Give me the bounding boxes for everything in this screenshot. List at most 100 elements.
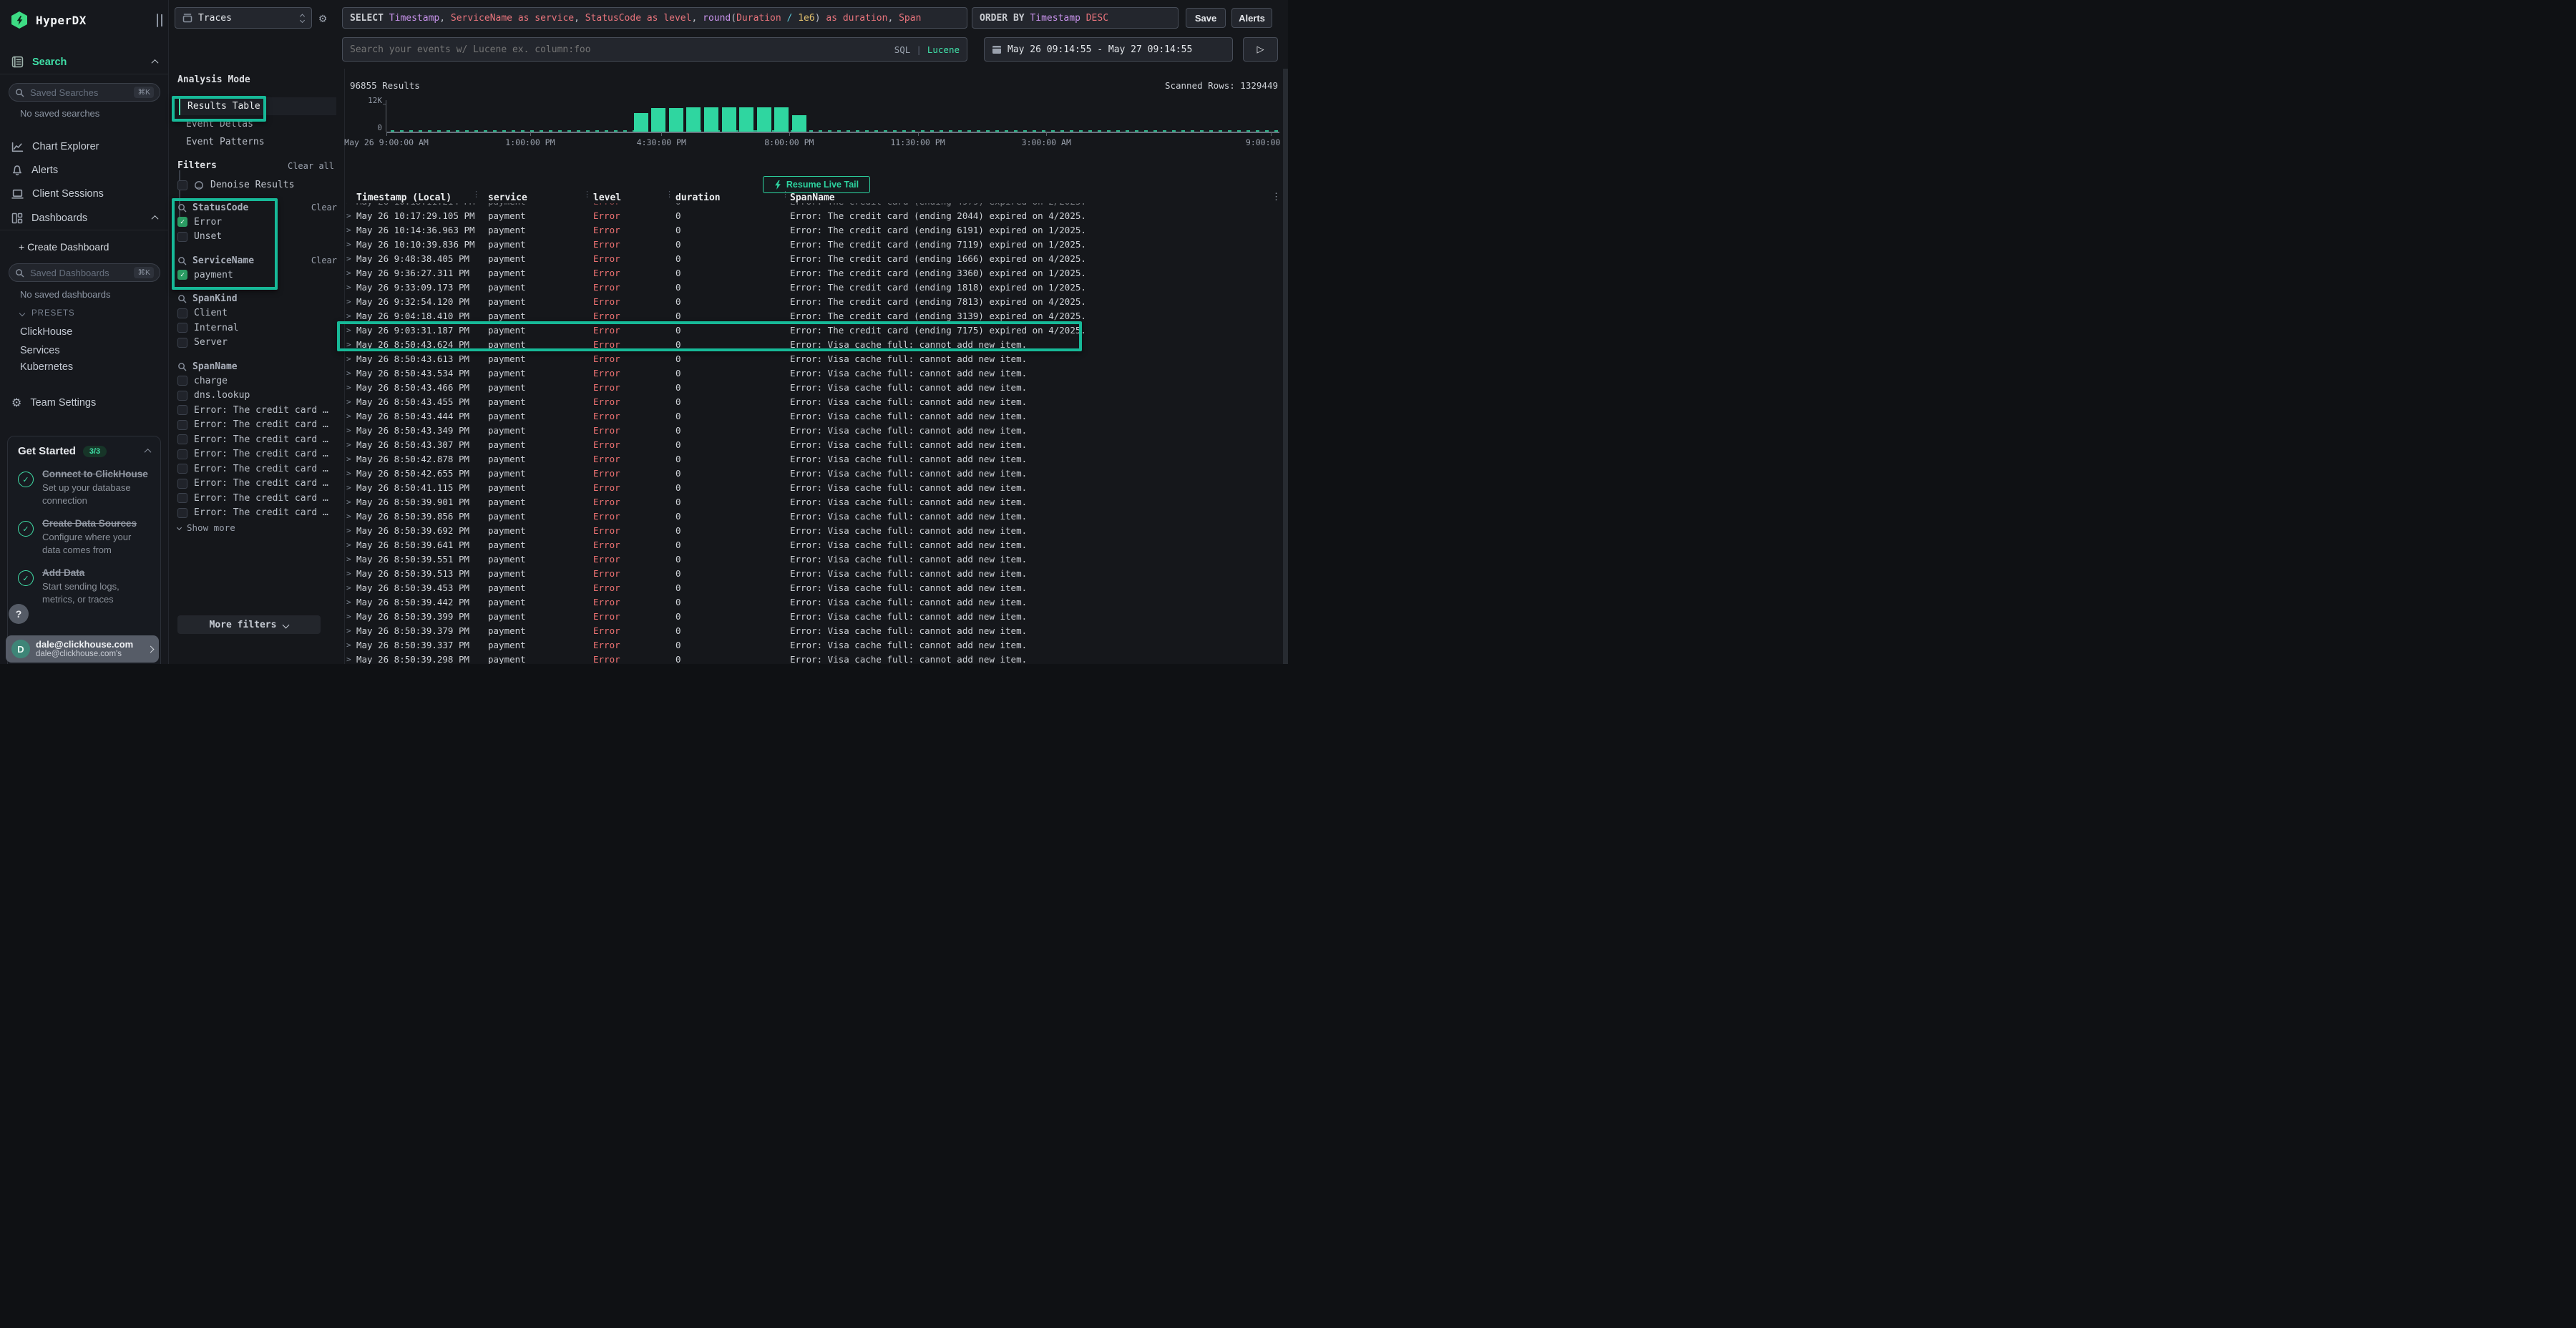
analysis-mode-event-deltas[interactable]: Event Deltas (179, 115, 336, 133)
filter-checkbox[interactable] (177, 232, 187, 242)
sidebar-item-client-sessions[interactable]: Client Sessions (0, 183, 169, 205)
filter-checkbox[interactable] (177, 338, 187, 348)
filter-group-clear-button[interactable]: Clear (311, 202, 337, 213)
table-row[interactable]: > May 26 8:50:43.455 PM payment Error 0 … (346, 394, 1282, 409)
scrollbar[interactable] (1283, 69, 1288, 664)
row-expand-chevron-icon[interactable]: > (346, 254, 356, 263)
saved-searches-input[interactable] (30, 87, 128, 98)
table-row[interactable]: > May 26 8:50:43.534 PM payment Error 0 … (346, 366, 1282, 380)
clear-all-button[interactable]: Clear all (288, 161, 334, 171)
sidebar-item-clickhouse[interactable]: ClickHouse (20, 326, 72, 338)
filter-option[interactable]: Error: The credit card … (177, 491, 337, 506)
column-header-duration[interactable]: duration (675, 192, 790, 203)
results-histogram[interactable] (386, 100, 1279, 132)
filter-checkbox[interactable] (177, 376, 187, 386)
row-expand-chevron-icon[interactable]: > (346, 240, 356, 249)
resume-live-tail-button[interactable]: Resume Live Tail (763, 176, 870, 193)
column-resize-handle[interactable]: ⋮ (583, 192, 591, 196)
sidebar-item-kubernetes[interactable]: Kubernetes (20, 361, 73, 373)
denoise-results-toggle[interactable]: Denoise Results (177, 180, 294, 190)
event-search-input[interactable] (350, 44, 889, 55)
histogram-bar[interactable] (722, 107, 736, 132)
row-expand-chevron-icon[interactable]: > (346, 555, 356, 564)
table-row[interactable]: > May 26 8:50:43.624 PM payment Error 0 … (346, 337, 1282, 351)
table-row[interactable]: > May 26 8:50:39.453 PM payment Error 0 … (346, 580, 1282, 595)
row-expand-chevron-icon[interactable]: > (346, 411, 356, 421)
table-row[interactable]: > May 26 8:50:39.692 PM payment Error 0 … (346, 523, 1282, 537)
histogram-bar[interactable] (739, 107, 753, 132)
analysis-mode-event-patterns[interactable]: Event Patterns (179, 133, 336, 151)
time-range-picker[interactable]: May 26 09:14:55 - May 27 09:14:55 (984, 37, 1233, 62)
histogram-bar[interactable] (757, 107, 771, 132)
row-expand-chevron-icon[interactable]: > (346, 368, 356, 378)
table-row[interactable]: > May 26 8:50:39.551 PM payment Error 0 … (346, 552, 1282, 566)
row-expand-chevron-icon[interactable]: > (346, 211, 356, 220)
row-expand-chevron-icon[interactable]: > (346, 483, 356, 492)
row-expand-chevron-icon[interactable]: > (346, 203, 356, 206)
sidebar-collapse-button[interactable] (157, 14, 158, 27)
row-expand-chevron-icon[interactable]: > (346, 340, 356, 349)
sidebar-item-alerts[interactable]: Alerts (0, 160, 169, 181)
table-row[interactable]: > May 26 9:04:18.410 PM payment Error 0 … (346, 308, 1282, 323)
filter-option[interactable]: Client (177, 306, 337, 321)
table-row[interactable]: > May 26 8:50:43.307 PM payment Error 0 … (346, 437, 1282, 451)
histogram-bar[interactable] (774, 107, 789, 132)
column-header-service[interactable]: service (488, 192, 593, 203)
saved-dashboards-search[interactable]: ⌘K (9, 263, 160, 282)
row-expand-chevron-icon[interactable]: > (346, 426, 356, 435)
more-filters-button[interactable]: More filters (177, 615, 321, 634)
filter-option[interactable]: Error: The credit card … (177, 403, 337, 418)
table-row[interactable]: > May 26 8:50:43.349 PM payment Error 0 … (346, 423, 1282, 437)
show-more-button[interactable]: Show more (177, 520, 337, 534)
event-search-box[interactable]: SQL | Lucene (342, 37, 967, 62)
filter-option[interactable]: Error: The credit card … (177, 506, 337, 521)
row-expand-chevron-icon[interactable]: > (346, 569, 356, 578)
chevron-up-icon[interactable] (145, 449, 152, 456)
table-row[interactable]: > May 26 8:50:42.878 PM payment Error 0 … (346, 451, 1282, 466)
row-expand-chevron-icon[interactable]: > (346, 540, 356, 550)
table-row[interactable]: > May 26 10:18:11.214 PM payment Error 0… (346, 203, 1282, 208)
histogram-bar[interactable] (634, 113, 648, 132)
table-row[interactable]: > May 26 8:50:39.856 PM payment Error 0 … (346, 509, 1282, 523)
lang-toggle-sql[interactable]: SQL (894, 44, 911, 55)
filter-checkbox[interactable] (177, 449, 187, 459)
table-row[interactable]: > May 26 9:03:31.187 PM payment Error 0 … (346, 323, 1282, 337)
filter-checkbox[interactable] (177, 391, 187, 401)
table-row[interactable]: > May 26 8:50:43.444 PM payment Error 0 … (346, 409, 1282, 423)
get-started-item[interactable]: ✓ Create Data Sources Configure where yo… (18, 518, 150, 556)
row-expand-chevron-icon[interactable]: > (346, 311, 356, 321)
help-button[interactable]: ? (9, 604, 29, 624)
table-row[interactable]: > May 26 8:50:39.442 PM payment Error 0 … (346, 595, 1282, 609)
sidebar-item-search[interactable]: Search (0, 50, 169, 74)
table-options-kebab-icon[interactable]: ⋮ (1272, 192, 1281, 202)
get-started-item[interactable]: ✓ Add Data Start sending logs, metrics, … (18, 567, 150, 605)
sidebar-item-dashboards[interactable]: Dashboards (0, 206, 169, 230)
table-row[interactable]: > May 26 9:33:09.173 PM payment Error 0 … (346, 280, 1282, 294)
column-resize-handle[interactable]: ⋮ (472, 192, 480, 196)
row-expand-chevron-icon[interactable]: > (346, 383, 356, 392)
row-expand-chevron-icon[interactable]: > (346, 454, 356, 464)
histogram-bar[interactable] (669, 108, 683, 132)
filter-checkbox[interactable]: ✓ (177, 270, 187, 280)
filter-option[interactable]: charge (177, 374, 337, 389)
table-row[interactable]: > May 26 8:50:43.613 PM payment Error 0 … (346, 351, 1282, 366)
filter-option[interactable]: Error: The credit card … (177, 432, 337, 447)
source-select[interactable]: Traces (175, 7, 312, 29)
table-row[interactable]: > May 26 9:36:27.311 PM payment Error 0 … (346, 265, 1282, 280)
presets-section-toggle[interactable]: PRESETS (20, 309, 75, 318)
sidebar-item-chart-explorer[interactable]: Chart Explorer (0, 136, 169, 157)
filter-option[interactable]: Error: The credit card … (177, 418, 337, 433)
table-row[interactable]: > May 26 8:50:39.641 PM payment Error 0 … (346, 537, 1282, 552)
filter-checkbox[interactable] (177, 308, 187, 318)
filter-checkbox[interactable] (177, 493, 187, 503)
lang-toggle-lucene[interactable]: Lucene (927, 44, 960, 55)
analysis-mode-results-table[interactable]: Results Table (179, 97, 336, 115)
order-by-editor[interactable]: ORDER BY Timestamp DESC (972, 7, 1179, 29)
filter-group-clear-button[interactable]: Clear (311, 255, 337, 265)
sidebar-item-team-settings[interactable]: ⚙ Team Settings (0, 392, 169, 414)
table-row[interactable]: > May 26 9:32:54.120 PM payment Error 0 … (346, 294, 1282, 308)
source-settings-gear-icon[interactable]: ⚙ (319, 11, 326, 26)
filter-checkbox[interactable] (177, 420, 187, 430)
table-row[interactable]: > May 26 8:50:43.466 PM payment Error 0 … (346, 380, 1282, 394)
table-row[interactable]: > May 26 10:10:39.836 PM payment Error 0… (346, 237, 1282, 251)
